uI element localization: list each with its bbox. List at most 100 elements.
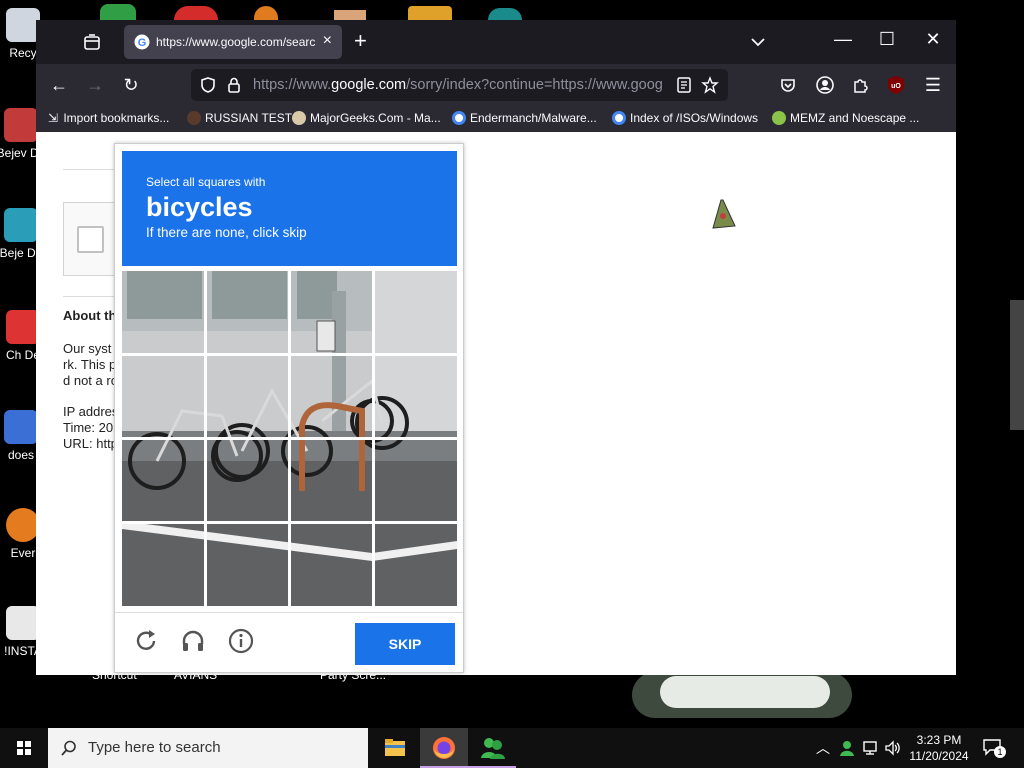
notification-center[interactable]: 1 [982, 738, 1006, 758]
navigation-bar: ← → ↻ https://www.google.com/sorry/index… [36, 64, 956, 106]
extensions-icon[interactable] [851, 76, 869, 94]
bookmark-endermanch[interactable]: Endermanch/Malware... [452, 111, 597, 125]
captcha-checkbox[interactable] [77, 226, 104, 253]
captcha-target: bicycles [146, 192, 253, 222]
captcha-tile[interactable] [206, 271, 288, 353]
network-icon[interactable] [862, 739, 880, 757]
screen-artifact-inner [660, 676, 830, 708]
lock-icon[interactable] [225, 76, 243, 94]
page-paragraph-1: Our syst [63, 341, 112, 356]
people-icon [481, 738, 505, 759]
bookmark-isos-windows[interactable]: Index of /ISOs/Windows [612, 111, 758, 125]
ublock-origin-icon[interactable]: uO [886, 75, 906, 95]
shortcut-icon [4, 410, 38, 444]
maximize-button[interactable]: ☐ [872, 29, 902, 50]
memz-artifact-icon [712, 199, 736, 229]
desktop-icon-top-6[interactable] [488, 8, 522, 20]
import-icon: ⇲ [48, 111, 59, 125]
captcha-tile[interactable] [374, 355, 456, 437]
captcha-tile[interactable] [290, 439, 372, 521]
user-tray-icon[interactable] [838, 739, 856, 757]
google-favicon-icon [612, 111, 626, 125]
skip-button[interactable]: SKIP [355, 623, 455, 665]
time-line: Time: 20 [63, 420, 114, 435]
url-bar[interactable]: https://www.google.com/sorry/index?conti… [191, 69, 728, 101]
captcha-tile[interactable] [290, 271, 372, 353]
captcha-header: Select all squares with bicycles If ther… [122, 151, 457, 266]
captcha-tile[interactable] [206, 439, 288, 521]
reader-view-icon[interactable] [675, 76, 693, 94]
forward-button[interactable]: → [82, 72, 108, 98]
minimize-button[interactable]: — [828, 29, 858, 50]
pocket-icon[interactable] [779, 76, 797, 94]
reload-challenge-icon[interactable] [132, 627, 160, 655]
new-tab-button[interactable]: + [354, 28, 367, 54]
list-all-tabs-icon[interactable] [750, 34, 766, 50]
url-text[interactable]: https://www.google.com/sorry/index?conti… [253, 77, 663, 93]
taskbar-file-explorer[interactable] [371, 728, 419, 768]
captcha-tile[interactable] [374, 271, 456, 353]
back-button[interactable]: ← [46, 72, 72, 98]
document-icon [6, 606, 40, 640]
captcha-tile[interactable] [122, 271, 204, 353]
captcha-tile[interactable] [290, 355, 372, 437]
captcha-tile[interactable] [122, 523, 204, 605]
bookmark-star-icon[interactable] [701, 76, 719, 94]
taskbar-search-box[interactable]: Type here to search [48, 728, 368, 768]
menu-button[interactable]: ☰ [920, 72, 946, 98]
search-app-icon [6, 508, 40, 542]
desktop-icon-top-4[interactable] [334, 10, 366, 20]
svg-text:G: G [138, 37, 147, 49]
desktop-icon-top-3[interactable] [254, 6, 278, 20]
folder-icon [385, 739, 405, 756]
captcha-tile[interactable] [374, 523, 456, 605]
bookmark-russian-test[interactable]: RUSSIAN TEST [187, 111, 292, 125]
reload-button[interactable]: ↻ [118, 72, 144, 98]
taskbar-firefox[interactable] [420, 728, 468, 768]
captcha-footer: SKIP [115, 612, 463, 672]
page-paragraph-2: rk. This p [63, 357, 117, 372]
page-paragraph-3: d not a ro [63, 373, 118, 388]
tab-close-icon[interactable]: × [323, 32, 332, 50]
taskbar: Type here to search ︿ 3:23 PM 11/20/2024… [0, 728, 1024, 768]
taskbar-app-avatars[interactable] [468, 728, 516, 768]
close-window-button[interactable]: ✕ [918, 29, 948, 50]
search-icon [61, 740, 76, 756]
shield-icon[interactable] [199, 76, 217, 94]
google-favicon-icon: G [134, 34, 150, 50]
svg-text:uO: uO [891, 83, 901, 90]
captcha-tile[interactable] [206, 523, 288, 605]
captcha-tile[interactable] [290, 523, 372, 605]
desktop-edge-icon [1010, 300, 1024, 430]
audio-challenge-icon[interactable] [179, 627, 207, 655]
info-icon[interactable] [227, 627, 255, 655]
recycle-bin-icon [6, 8, 40, 42]
windows-start-icon[interactable] [0, 728, 48, 768]
captcha-instruction: Select all squares with [146, 175, 266, 189]
desktop-icon-top-5[interactable] [408, 6, 452, 20]
show-hidden-icons-icon[interactable]: ︿ [816, 738, 830, 758]
bookmark-majorgeeks[interactable]: MajorGeeks.Com - Ma... [292, 111, 441, 125]
notification-count: 1 [994, 746, 1006, 758]
bookmark-memz[interactable]: MEMZ and Noescape ... [772, 111, 919, 125]
captcha-tile[interactable] [122, 439, 204, 521]
tab-google-search[interactable]: G https://www.google.com/search × [124, 25, 342, 59]
clock[interactable]: 3:23 PM 11/20/2024 [900, 732, 978, 764]
firefox-view-icon[interactable] [82, 32, 102, 52]
captcha-tile[interactable] [206, 355, 288, 437]
captcha-image-grid [122, 271, 457, 606]
captcha-tile[interactable] [122, 355, 204, 437]
captcha-tile[interactable] [374, 439, 456, 521]
desktop-icon-top-2[interactable] [174, 6, 218, 20]
bejeweled-icon [4, 108, 38, 142]
ip-address: IP addres [63, 404, 119, 419]
memz-favicon-icon [772, 111, 786, 125]
russian-test-favicon-icon [187, 111, 201, 125]
account-icon[interactable] [815, 75, 835, 95]
google-favicon-icon [452, 111, 466, 125]
clock-time: 3:23 PM [916, 733, 962, 747]
majorgeeks-favicon-icon [292, 111, 306, 125]
bookmark-import[interactable]: ⇲ Import bookmarks... [48, 111, 169, 125]
tab-title: https://www.google.com/search [156, 35, 316, 49]
desktop-icon-top-1[interactable] [100, 4, 136, 20]
